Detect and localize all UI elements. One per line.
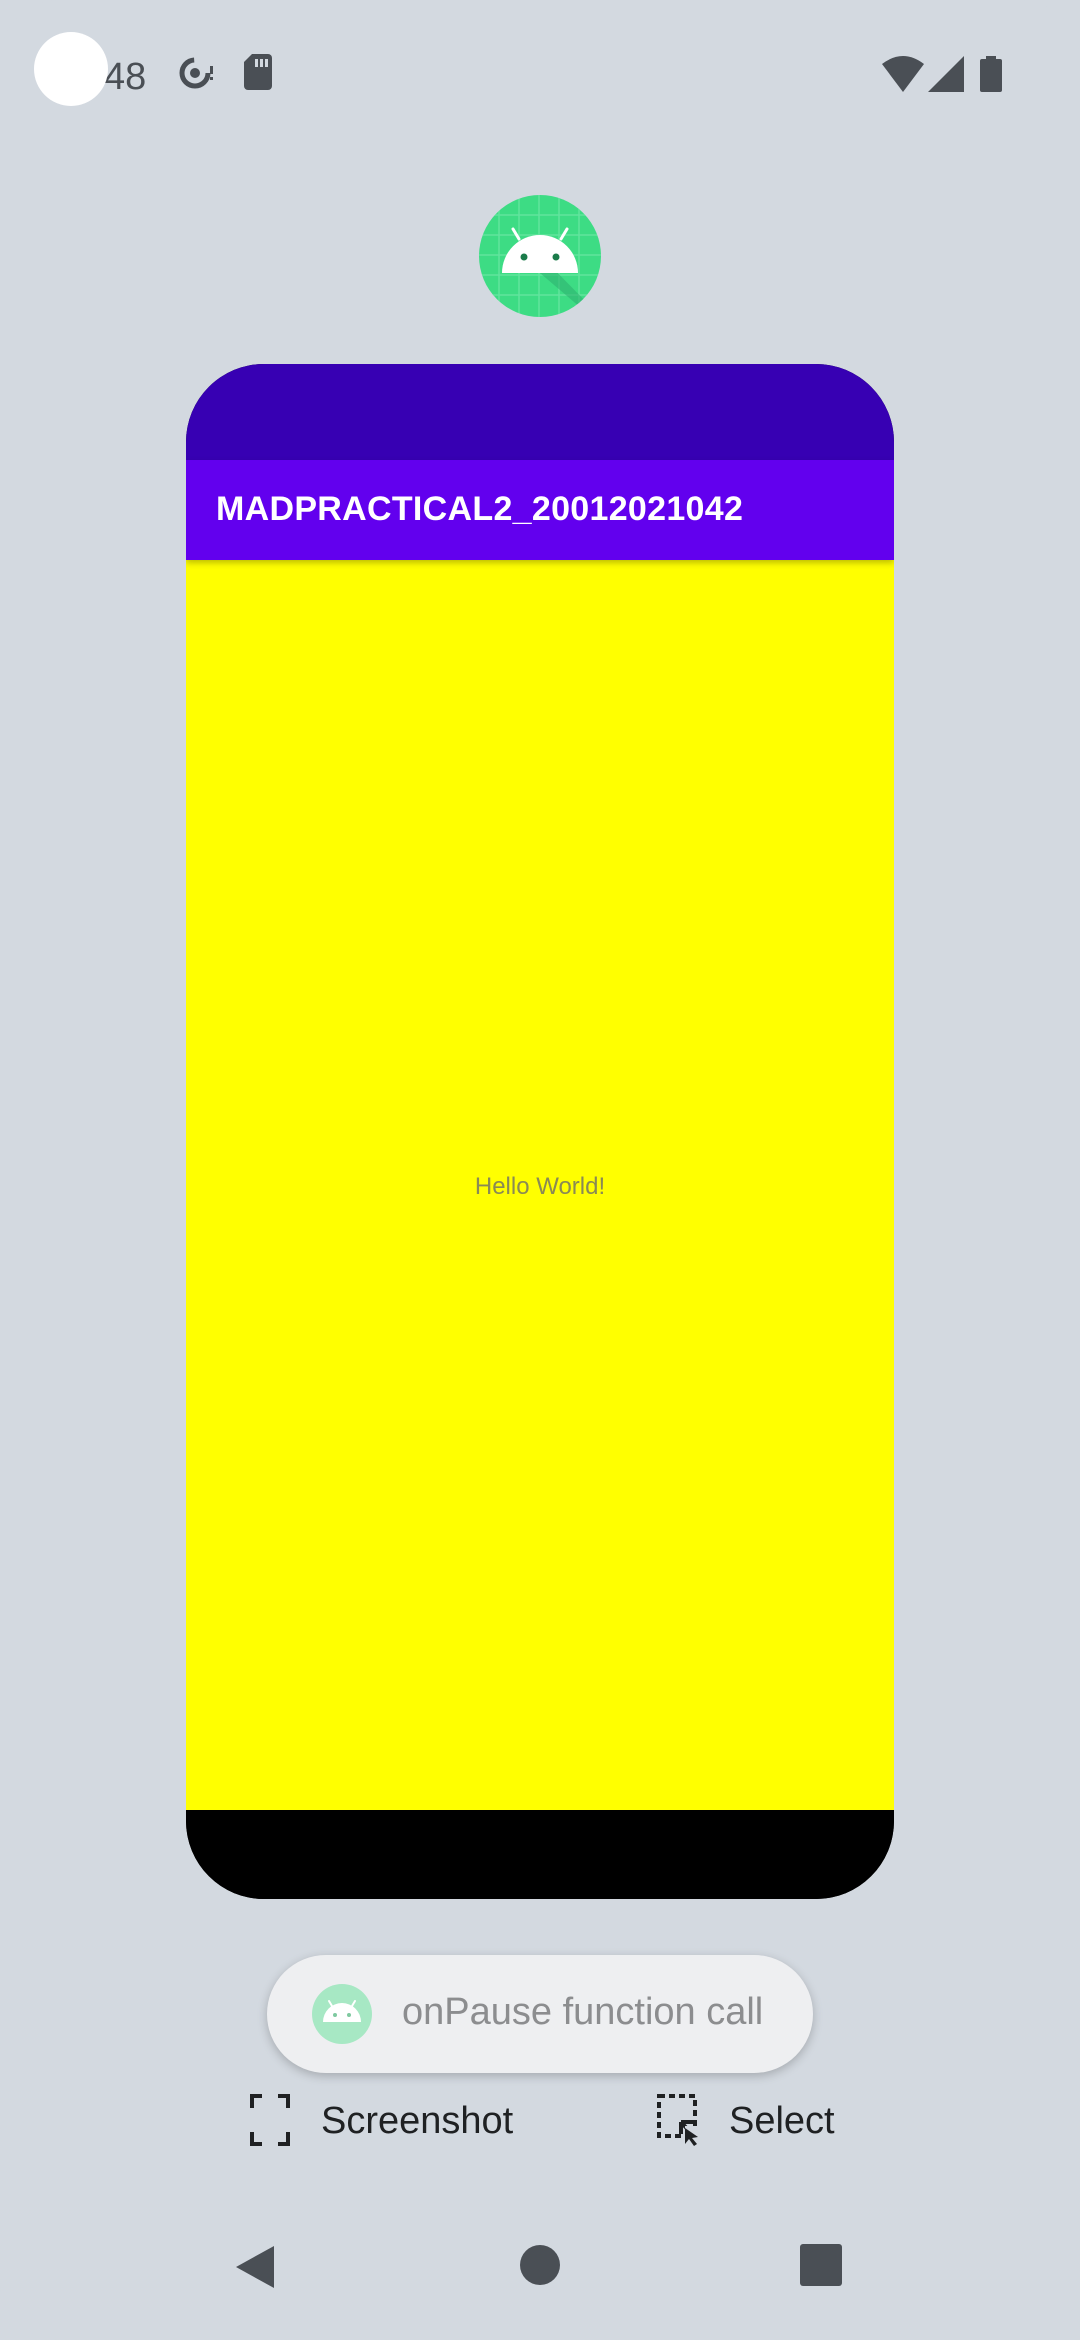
battery-icon xyxy=(980,56,1002,92)
app-status-bar xyxy=(186,364,894,460)
status-time: 48 xyxy=(104,56,147,98)
status-bar: 48 xyxy=(0,0,1080,150)
overlay-dot xyxy=(34,32,108,106)
cell-signal-icon xyxy=(928,56,964,92)
hello-text: Hello World! xyxy=(474,1173,606,1200)
home-icon[interactable] xyxy=(519,2244,561,2286)
screenshot-button[interactable]: Screenshot xyxy=(250,2090,530,2150)
android-app-icon xyxy=(312,1984,372,2044)
toast-message: onPause function call xyxy=(402,1991,764,2033)
app-title: MADPRACTICAL2_20012021042 xyxy=(216,490,744,528)
sd-card-icon xyxy=(244,54,272,90)
recents-screen: 48 MADPRACTICAL2_20012021042 Hello World… xyxy=(0,0,1080,2340)
select-icon xyxy=(657,2094,703,2146)
select-label: Select xyxy=(729,2100,835,2142)
screenshot-icon xyxy=(250,2094,290,2146)
app-toolbar: MADPRACTICAL2_20012021042 xyxy=(186,460,894,560)
app-nav-bar xyxy=(186,1810,894,1899)
toast: onPause function call xyxy=(267,1955,813,2073)
screen-record-icon xyxy=(179,57,213,89)
back-icon[interactable] xyxy=(234,2244,276,2290)
android-app-icon[interactable] xyxy=(479,195,601,317)
screenshot-label: Screenshot xyxy=(321,2100,514,2142)
app-preview-card[interactable]: MADPRACTICAL2_20012021042 Hello World! xyxy=(186,364,894,1899)
recents-icon[interactable] xyxy=(800,2244,842,2286)
select-button[interactable]: Select xyxy=(657,2090,857,2150)
wifi-icon xyxy=(882,56,924,92)
app-content: Hello World! xyxy=(186,560,894,1810)
